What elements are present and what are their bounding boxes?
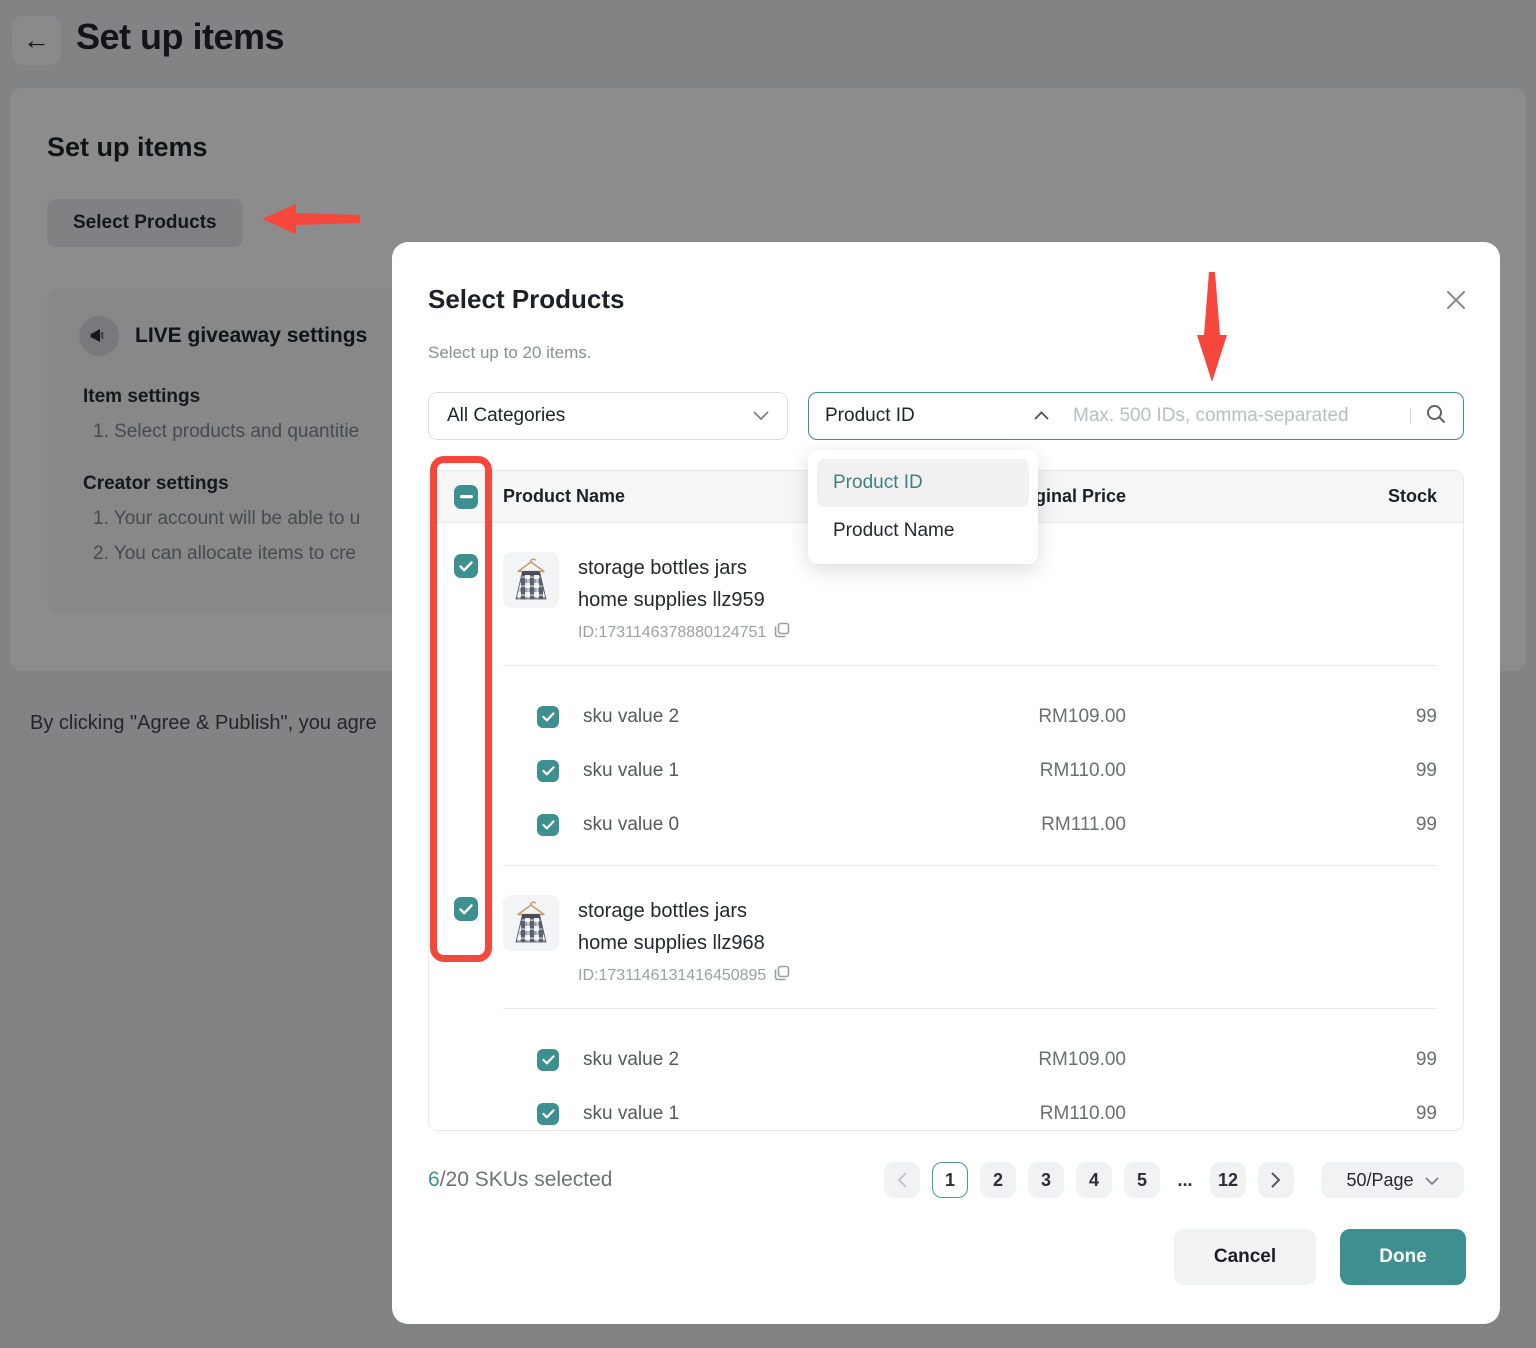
pagination-ellipsis[interactable]: ... [1172,1162,1198,1198]
chevron-up-icon [1034,407,1049,425]
sku-checkbox[interactable] [537,1103,559,1125]
sku-price: RM111.00 [826,814,1126,836]
sku-row: sku value 2 RM109.00 99 [429,1033,1463,1087]
sku-stock: 99 [1126,1049,1463,1071]
search-type-dropdown: Product ID Product Name [808,450,1038,564]
search-divider [1410,408,1411,424]
select-products-modal: Select Products Select up to 20 items. A… [392,242,1500,1324]
sku-label: sku value 1 [583,760,679,782]
search-icon[interactable] [1425,403,1447,430]
sku-row: sku value 0 RM111.00 99 [429,798,1463,852]
sku-label: sku value 0 [583,814,679,836]
chevron-down-icon [1425,1170,1439,1191]
copy-icon[interactable] [774,622,790,643]
sku-price: RM110.00 [826,760,1126,782]
product-checkbox[interactable] [454,897,478,921]
sku-stock: 99 [1126,1103,1463,1125]
pagination-page-1[interactable]: 1 [932,1162,968,1198]
product-id: ID:1731146131416450895 [578,967,766,985]
pagination: 1 2 3 4 5 ... 12 [884,1162,1294,1198]
product-name-line2: home supplies llz959 [578,584,790,616]
dropdown-option-product-name[interactable]: Product Name [817,507,1029,555]
sku-stock: 99 [1126,706,1463,728]
product-image [503,895,559,951]
sku-stock: 99 [1126,760,1463,782]
pagination-next-button[interactable] [1258,1162,1294,1198]
pagination-page-4[interactable]: 4 [1076,1162,1112,1198]
products-table: Product Name Original Price Stock storag… [428,470,1464,1131]
sku-price: RM109.00 [826,1049,1126,1071]
select-all-checkbox[interactable] [454,485,478,509]
sku-row: sku value 2 RM109.00 99 [429,690,1463,744]
pagination-page-5[interactable]: 5 [1124,1162,1160,1198]
search-input[interactable] [1073,405,1404,427]
cancel-button[interactable]: Cancel [1174,1229,1316,1285]
search-type-label: Product ID [825,405,915,427]
sku-row: sku value 1 RM110.00 99 [429,1087,1463,1131]
page-size-label: 50/Page [1346,1170,1413,1191]
sku-stock: 99 [1126,814,1463,836]
pagination-page-3[interactable]: 3 [1028,1162,1064,1198]
modal-title: Select Products [428,284,625,315]
sku-checkbox[interactable] [537,814,559,836]
sku-count-number: 6 [428,1168,440,1191]
copy-icon[interactable] [774,965,790,986]
column-header-stock: Stock [1126,486,1463,507]
product-row: storage bottles jars home supplies llz96… [429,866,1463,1008]
sku-checkbox[interactable] [537,706,559,728]
product-name-line1: storage bottles jars [578,895,790,927]
sku-label: sku value 2 [583,1049,679,1071]
chevron-down-icon [753,405,769,427]
product-checkbox[interactable] [454,554,478,578]
search-box[interactable]: Product ID [808,392,1464,440]
sku-row: sku value 1 RM110.00 99 [429,744,1463,798]
product-name-line1: storage bottles jars [578,552,790,584]
product-image [503,552,559,608]
sku-label: sku value 2 [583,706,679,728]
dropdown-option-product-id[interactable]: Product ID [817,459,1029,507]
sku-price: RM110.00 [826,1103,1126,1125]
page-size-select[interactable]: 50/Page [1321,1162,1464,1198]
pagination-page-12[interactable]: 12 [1210,1162,1246,1198]
pagination-page-2[interactable]: 2 [980,1162,1016,1198]
done-button[interactable]: Done [1340,1229,1466,1285]
sku-price: RM109.00 [826,706,1126,728]
search-type-select[interactable]: Product ID [825,405,1049,427]
sku-checkbox[interactable] [537,760,559,782]
sku-checkbox[interactable] [537,1049,559,1071]
category-select-label: All Categories [447,405,565,427]
column-header-product-name: Product Name [503,486,826,507]
modal-subtitle: Select up to 20 items. [428,343,591,363]
sku-count: 6/20 SKUs selected [428,1168,612,1192]
close-icon[interactable] [1444,288,1468,312]
pagination-prev-button[interactable] [884,1162,920,1198]
product-name-line2: home supplies llz968 [578,927,790,959]
sku-count-suffix: /20 SKUs selected [440,1168,613,1191]
category-select[interactable]: All Categories [428,392,788,440]
product-id: ID:1731146378880124751 [578,624,766,642]
sku-label: sku value 1 [583,1103,679,1125]
